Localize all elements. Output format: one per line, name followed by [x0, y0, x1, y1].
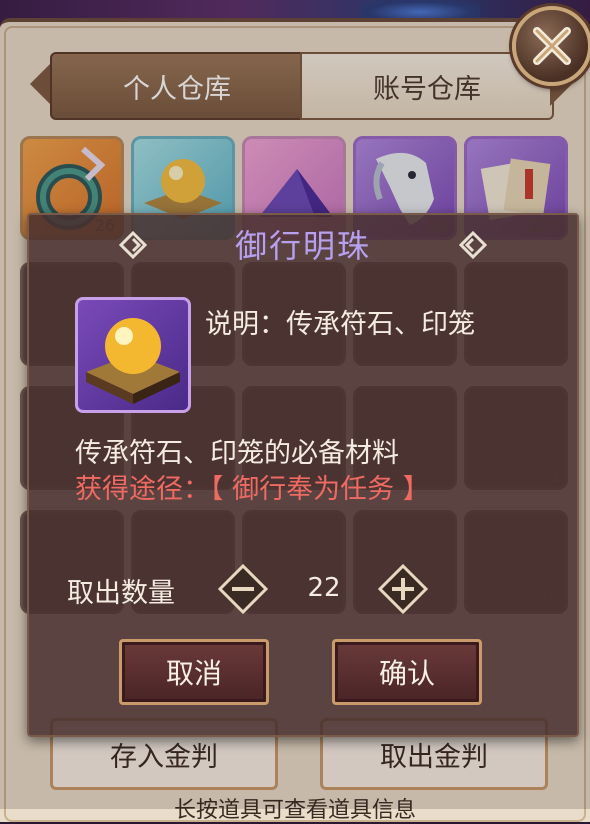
- quantity-value: 22: [307, 573, 341, 603]
- withdraw-item-dialog: 御行明珠 说明：传承符石、印笼 传承符石、印笼的必备材料 获得途径：【 御行奉为…: [27, 213, 579, 737]
- item-icon: [75, 297, 191, 413]
- close-button[interactable]: [512, 6, 590, 86]
- decrease-quantity-button[interactable]: [217, 563, 269, 615]
- confirm-button[interactable]: 确认: [332, 639, 482, 705]
- dialog-title: 御行明珠: [234, 227, 371, 265]
- item-source: 获得途径：【 御行奉为任务 】: [75, 474, 430, 505]
- increase-quantity-button[interactable]: [377, 563, 429, 615]
- item-description-label: 说明：传承符石、印笼: [205, 309, 475, 340]
- plus-icon: [377, 563, 429, 615]
- item-description: 传承符石、印笼的必备材料: [75, 438, 399, 469]
- close-icon: [533, 27, 571, 65]
- cancel-button[interactable]: 取消: [119, 639, 269, 705]
- pearl-icon: [86, 318, 180, 404]
- quantity-label: 取出数量: [67, 578, 175, 609]
- ornament-right-icon: [459, 231, 487, 259]
- minus-icon: [217, 563, 269, 615]
